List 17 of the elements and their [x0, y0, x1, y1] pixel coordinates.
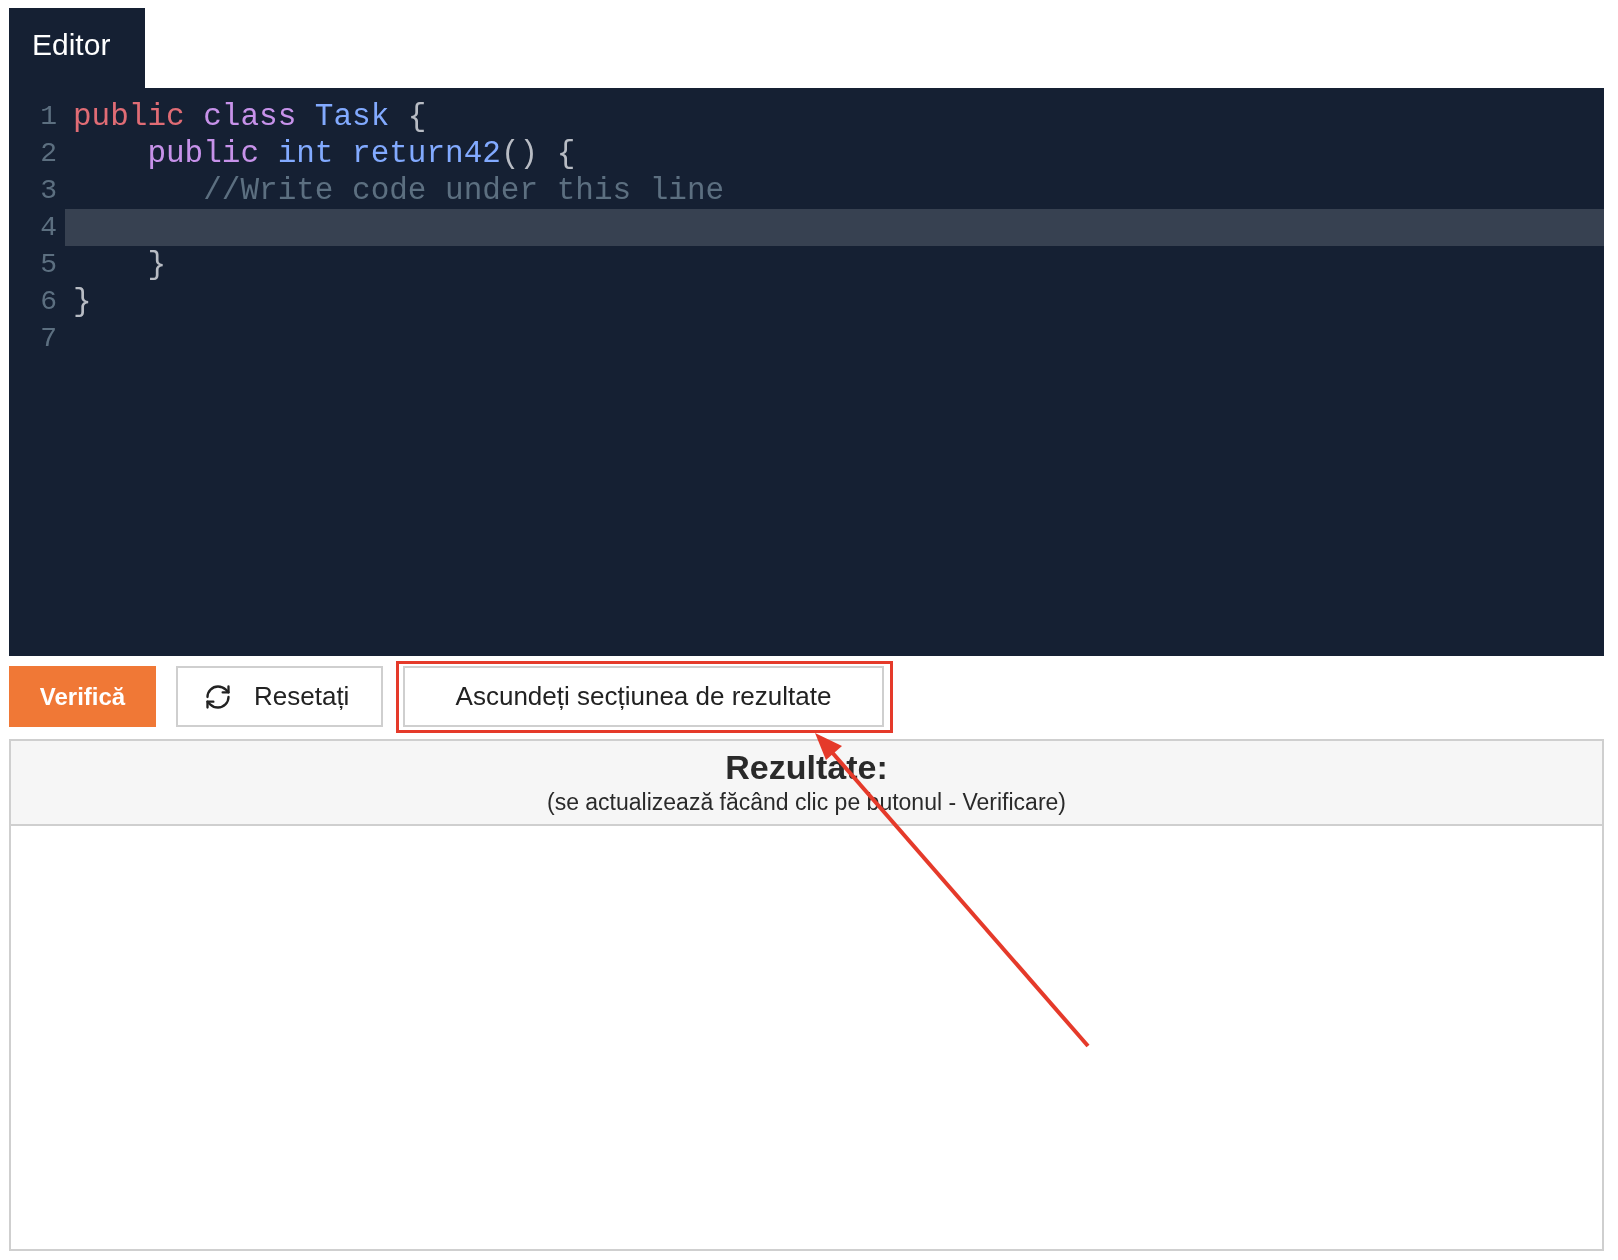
code-editor[interactable]: 1 public class Task { 2 public int return42() { 3 //Write code under this line 4 5 } 6 } 7 — [9, 88, 1604, 656]
line-number: 7 — [39, 322, 58, 356]
editor-tab[interactable]: Editor — [9, 8, 145, 88]
line-number: 2 — [39, 137, 58, 171]
line-number: 1 — [39, 100, 58, 134]
refresh-icon — [204, 682, 232, 711]
line-number: 5 — [39, 248, 58, 282]
reset-button[interactable]: Resetați — [176, 666, 383, 727]
line-number: 6 — [39, 285, 58, 319]
line-number: 4 — [39, 211, 58, 245]
code-line: } — [72, 283, 93, 320]
code-line: } — [146, 246, 167, 283]
line-number: 3 — [39, 174, 58, 208]
hide-results-button[interactable]: Ascundeți secțiunea de rezultate — [403, 666, 884, 727]
code-line: //Write code under this line — [202, 172, 726, 209]
code-line: public class Task { — [72, 98, 428, 135]
code-line: public int return42() { — [146, 135, 577, 172]
